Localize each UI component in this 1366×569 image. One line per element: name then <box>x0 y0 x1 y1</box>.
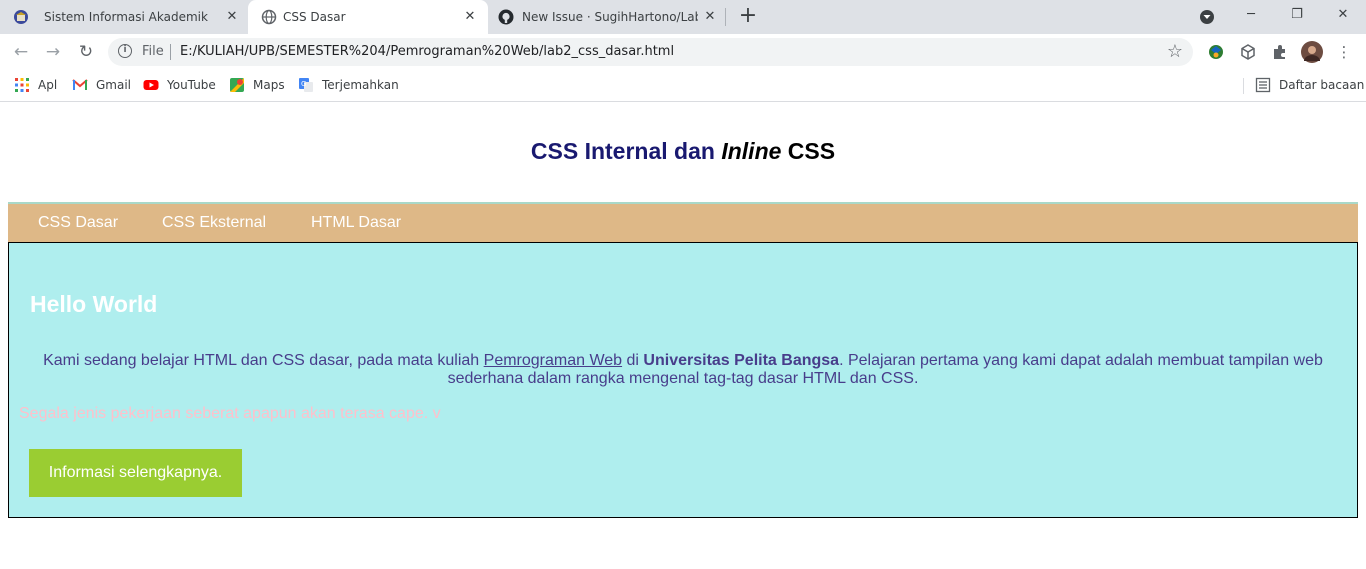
bookmark-maps[interactable]: Maps <box>229 76 285 94</box>
intro-paragraph: Kami sedang belajar HTML dan CSS dasar, … <box>30 352 1336 388</box>
restore-button[interactable]: ❐ <box>1274 0 1320 32</box>
gmail-icon <box>72 79 88 90</box>
apps-grid-icon <box>15 78 29 92</box>
bookmark-apl[interactable]: Apl <box>14 76 57 94</box>
minimize-button[interactable]: ─ <box>1228 0 1274 32</box>
more-info-button[interactable]: Informasi selengkapnya. <box>29 449 242 497</box>
maps-icon <box>230 78 244 92</box>
info-icon[interactable]: i <box>118 44 132 58</box>
tab-title: Sistem Informasi Akademik <box>44 10 208 24</box>
reading-list-icon <box>1255 77 1271 93</box>
close-window-button[interactable]: ✕ <box>1320 0 1366 32</box>
nav-link-html-dasar[interactable]: HTML Dasar <box>311 214 401 232</box>
para-text: di <box>622 352 644 369</box>
content-section: Hello World Kami sedang belajar HTML dan… <box>8 242 1358 518</box>
tab-strip: Sistem Informasi Akademik ✕ CSS Dasar ✕ … <box>0 0 1366 34</box>
content-heading: Hello World <box>30 291 158 317</box>
bookmark-gmail[interactable]: Gmail <box>72 76 131 94</box>
globe-icon <box>261 9 277 25</box>
bookmark-star-icon[interactable]: ☆ <box>1167 41 1183 62</box>
page-title-part3: CSS <box>781 138 836 164</box>
page-title-part1: CSS Internal dan <box>530 138 722 164</box>
bookmark-label: Terjemahkan <box>322 78 399 92</box>
bookmarks-divider <box>1243 78 1244 94</box>
close-tab-icon[interactable]: ✕ <box>224 9 240 25</box>
url-text[interactable]: E:/KULIAH/UPB/SEMESTER%204/Pemrograman%2… <box>180 44 674 59</box>
bookmark-label: YouTube <box>167 78 216 92</box>
close-tab-icon[interactable]: ✕ <box>702 9 718 25</box>
page-title: CSS Internal dan Inline CSS <box>0 138 1366 165</box>
browser-toolbar: ← → ↻ i File E:/KULIAH/UPB/SEMESTER%204/… <box>0 34 1366 70</box>
cube-extension-icon[interactable] <box>1238 42 1258 62</box>
course-link[interactable]: Pemrograman Web <box>484 352 622 369</box>
bookmark-label: Maps <box>253 78 285 92</box>
svg-text:G: G <box>301 80 306 88</box>
chevron-down-circle-icon <box>1200 10 1214 24</box>
university-name: Universitas Pelita Bangsa <box>643 352 840 369</box>
avatar[interactable] <box>1301 41 1323 63</box>
pink-note-text: Segala jenis pekerjaan seberat apapun ak… <box>19 405 441 422</box>
close-tab-icon[interactable]: ✕ <box>462 9 478 25</box>
tab-css-dasar[interactable]: CSS Dasar ✕ <box>248 0 488 34</box>
para-text: Kami sedang belajar HTML dan CSS dasar, … <box>43 352 484 369</box>
nav-link-css-eksternal[interactable]: CSS Eksternal <box>162 214 266 232</box>
tab-search-button[interactable] <box>1184 0 1230 32</box>
back-button[interactable]: ← <box>9 41 33 63</box>
nav-link-css-dasar[interactable]: CSS Dasar <box>38 214 118 232</box>
new-tab-button[interactable]: + <box>737 5 759 28</box>
bookmark-youtube[interactable]: YouTube <box>143 76 216 94</box>
university-favicon-icon <box>14 10 28 24</box>
tab-sistem-informasi[interactable]: Sistem Informasi Akademik ✕ <box>0 0 246 34</box>
page-title-italic: Inline <box>721 138 782 164</box>
page-nav-bar: CSS Dasar CSS Eksternal HTML Dasar <box>8 202 1358 242</box>
forward-button[interactable]: → <box>41 41 65 63</box>
address-bar[interactable]: i File E:/KULIAH/UPB/SEMESTER%204/Pemrog… <box>108 38 1193 66</box>
bookmark-label: Apl <box>38 78 58 92</box>
menu-kebab-icon[interactable]: ⋮ <box>1334 42 1354 62</box>
idm-extension-icon[interactable] <box>1206 42 1226 62</box>
youtube-icon <box>143 80 159 90</box>
tab-separator <box>725 8 726 26</box>
tab-title: New Issue · SugihHartono/Lab2W <box>522 10 698 24</box>
bookmarks-bar: Apl Gmail YouTube Maps G Terjemahkan Daf… <box>0 70 1366 102</box>
address-divider <box>170 44 171 60</box>
url-scheme-label: File <box>142 44 164 59</box>
tab-new-issue[interactable]: New Issue · SugihHartono/Lab2W ✕ <box>488 0 724 34</box>
reading-list-label: Daftar bacaan <box>1279 78 1365 92</box>
reload-button[interactable]: ↻ <box>74 41 98 63</box>
translate-icon: G <box>299 78 313 92</box>
extensions-puzzle-icon[interactable] <box>1270 42 1290 62</box>
bookmark-terjemahkan[interactable]: G Terjemahkan <box>298 76 399 94</box>
tab-title: CSS Dasar <box>283 10 346 24</box>
github-icon <box>498 9 514 25</box>
bookmark-label: Gmail <box>96 78 132 92</box>
reading-list-button[interactable]: Daftar bacaan <box>1255 76 1364 94</box>
